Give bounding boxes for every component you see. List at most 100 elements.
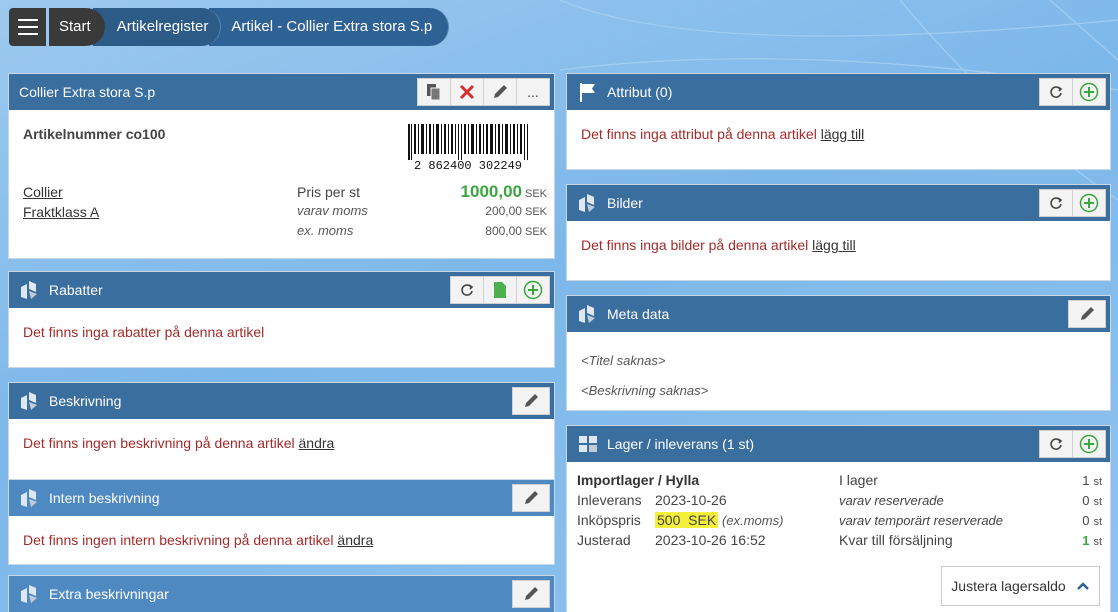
for-sale-label: Kvar till försäljning: [839, 532, 953, 548]
beskrivning-panel: Beskrivning Det finns ingen beskrivning …: [8, 382, 555, 480]
hamburger-menu-button[interactable]: [9, 8, 46, 46]
justerad-value: 2023-10-26 16:52: [655, 532, 766, 548]
inkopspris-value: 500 SEK: [655, 512, 719, 528]
boxes-icon: [19, 582, 43, 606]
price-value: 1000,00: [460, 182, 522, 201]
rabatter-message: Det finns inga rabatter på denna artikel: [23, 324, 265, 340]
boxes-icon: [19, 389, 43, 413]
refresh-icon: [1050, 197, 1063, 209]
article-panel: Collier Extra stora S.p ... Artikelnumme…: [8, 73, 555, 259]
pencil-icon: [494, 85, 507, 98]
flag-icon: [577, 80, 601, 104]
inleverans-value: 2023-10-26: [655, 492, 727, 508]
delete-button[interactable]: [450, 78, 484, 106]
refresh-icon: [1050, 438, 1063, 450]
article-links: Collier Fraktklass A: [23, 182, 99, 222]
lager-details: Importlager / Hylla I lager 1st Inlevera…: [577, 472, 1102, 548]
extra-title: Extra beskrivningar: [49, 586, 169, 602]
refresh-button[interactable]: [1039, 78, 1073, 106]
intern-title: Intern beskrivning: [49, 490, 160, 506]
breadcrumb: Start Artikelregister Artikel - Collier …: [49, 8, 450, 46]
boxes-icon: [19, 486, 43, 510]
add-button[interactable]: [1072, 189, 1106, 217]
bilder-message: Det finns inga bilder på denna artikel: [581, 237, 809, 253]
boxes-icon: [577, 302, 601, 326]
edit-button[interactable]: [512, 387, 550, 415]
rabatter-title: Rabatter: [49, 282, 103, 298]
edit-button[interactable]: [512, 580, 550, 608]
attribut-message: Det finns inga attribut på denna artikel: [581, 126, 817, 142]
add-link[interactable]: lägg till: [812, 237, 856, 253]
intern-message: Det finns ingen intern beskrivning på de…: [23, 532, 334, 548]
top-navigation: Start Artikelregister Artikel - Collier …: [9, 8, 450, 46]
ex-vat-value: 800,00: [485, 224, 522, 238]
edit-link[interactable]: ändra: [337, 532, 373, 548]
refresh-button[interactable]: [450, 276, 484, 304]
bilder-title: Bilder: [607, 195, 643, 211]
copy-button[interactable]: [417, 78, 451, 106]
adjust-stock-button[interactable]: Justera lagersaldo: [941, 566, 1100, 606]
temp-reserved-label: varav temporärt reserverade: [839, 512, 1004, 528]
freight-class-link[interactable]: Fraktklass A: [23, 204, 99, 220]
refresh-button[interactable]: [1039, 430, 1073, 458]
justerad-label: Justerad: [577, 532, 631, 548]
extra-beskrivningar-panel: Extra beskrivningar: [8, 575, 555, 612]
barcode-image: 2 862400 302249: [408, 124, 528, 170]
pencil-icon: [525, 491, 538, 504]
inkopspris-label: Inköpspris: [577, 512, 641, 528]
plus-circle-icon: [523, 280, 543, 300]
add-button[interactable]: [516, 276, 550, 304]
add-button[interactable]: [1072, 430, 1106, 458]
document-icon: [494, 282, 506, 298]
meta-description-missing: <Beskrivning saknas>: [581, 383, 709, 398]
inleverans-label: Inleverans: [577, 492, 642, 508]
edit-button[interactable]: [483, 78, 517, 106]
add-link[interactable]: lägg till: [821, 126, 865, 142]
reserved-label: varav reserverade: [839, 492, 944, 508]
pencil-icon: [525, 587, 538, 600]
refresh-button[interactable]: [1039, 189, 1073, 217]
meta-data-panel: Meta data <Titel saknas> <Beskrivning sa…: [566, 295, 1111, 411]
lager-title: Lager / inleverans (1 st): [607, 436, 755, 452]
edit-link[interactable]: ändra: [299, 435, 335, 451]
edit-button[interactable]: [1068, 300, 1106, 328]
boxes-icon: [19, 278, 43, 302]
close-icon: [459, 84, 475, 100]
attribut-panel: Attribut (0) Det finns inga attribut på …: [566, 73, 1111, 170]
article-panel-header: Collier Extra stora S.p ...: [9, 74, 554, 110]
refresh-icon: [461, 284, 474, 296]
for-sale-value: 1: [1082, 532, 1090, 548]
pencil-icon: [1081, 307, 1094, 320]
refresh-icon: [1050, 86, 1063, 98]
boxes-icon: [577, 191, 601, 215]
plus-circle-icon: [1079, 82, 1099, 102]
breadcrumb-article[interactable]: Artikel - Collier Extra stora S.p: [209, 8, 450, 46]
intern-beskrivning-panel: Intern beskrivning Det finns ingen inter…: [8, 479, 555, 565]
add-button[interactable]: [1072, 78, 1106, 106]
new-document-button[interactable]: [483, 276, 517, 304]
meta-title: Meta data: [607, 306, 670, 322]
article-title: Collier Extra stora S.p: [19, 84, 156, 100]
attribut-title: Attribut (0): [607, 84, 673, 100]
breadcrumb-artikelregister[interactable]: Artikelregister: [92, 8, 222, 46]
pencil-icon: [525, 394, 538, 407]
barcode-digits: 2 862400 302249: [414, 159, 522, 170]
reserved-value: 0: [1082, 492, 1090, 508]
category-link[interactable]: Collier: [23, 184, 63, 200]
ex-vat-label: ex. moms: [297, 223, 354, 238]
lager-location: Importlager / Hylla: [577, 472, 700, 488]
inkopspris-note: (ex.moms): [722, 513, 784, 528]
meta-title-missing: <Titel saknas>: [581, 353, 666, 368]
edit-button[interactable]: [512, 484, 550, 512]
price-label: Pris per st: [297, 184, 361, 200]
vat-value: 200,00: [485, 204, 522, 218]
temp-reserved-value: 0: [1082, 512, 1090, 528]
plus-circle-icon: [1079, 193, 1099, 213]
breadcrumb-start[interactable]: Start: [49, 8, 105, 46]
warehouse-icon: [577, 432, 601, 456]
more-button[interactable]: ...: [516, 78, 550, 106]
rabatter-panel: Rabatter Det finns inga rabatter på denn…: [8, 271, 555, 368]
beskrivning-title: Beskrivning: [49, 393, 122, 409]
lager-panel: Lager / inleverans (1 st) Importlager / …: [566, 425, 1111, 612]
bilder-panel: Bilder Det finns inga bilder på denna ar…: [566, 184, 1111, 281]
